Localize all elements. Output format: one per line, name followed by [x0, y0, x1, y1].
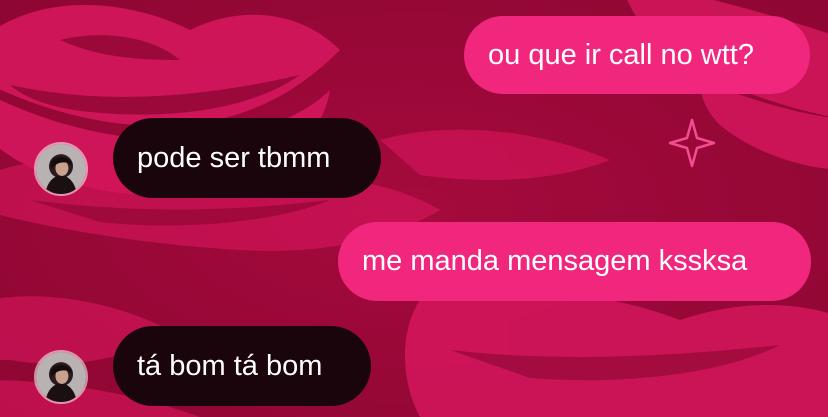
- message-bubble-sent[interactable]: ou que ir call no wtt?: [464, 16, 810, 94]
- message-bubble-sent[interactable]: me manda mensagem kssksa: [338, 222, 811, 301]
- message-bubble-received[interactable]: tá bom tá bom: [113, 326, 371, 406]
- profile-photo: [36, 144, 86, 194]
- contact-avatar[interactable]: [34, 142, 88, 196]
- contact-avatar[interactable]: [34, 350, 88, 404]
- message-text: me manda mensagem kssksa: [362, 245, 748, 277]
- message-text: pode ser tbmm: [137, 141, 331, 174]
- profile-photo: [36, 352, 86, 402]
- message-text: tá bom tá bom: [137, 349, 323, 382]
- message-bubble-received[interactable]: pode ser tbmm: [113, 118, 381, 198]
- message-text: ou que ir call no wtt?: [488, 38, 754, 71]
- chat-thread[interactable]: ou que ir call no wtt? pode ser tbmm me …: [0, 0, 828, 417]
